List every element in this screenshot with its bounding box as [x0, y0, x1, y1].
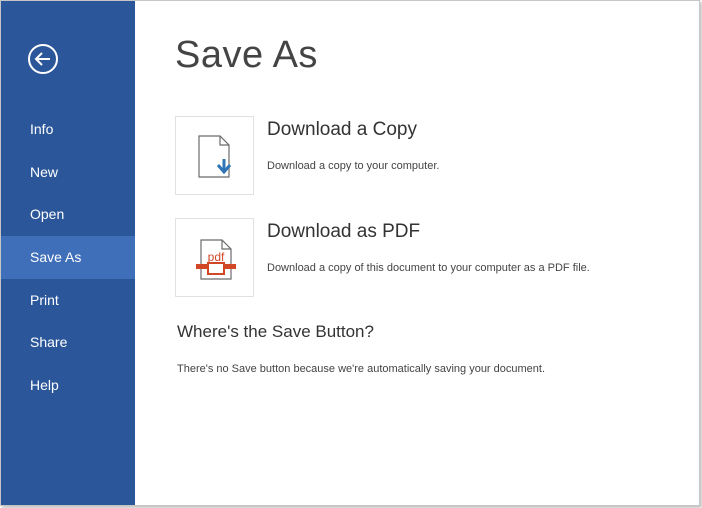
download-pdf-option[interactable]: pdf Download as PDF Download a copy of t… — [175, 218, 675, 298]
save-button-heading: Where's the Save Button? — [177, 322, 374, 341]
pdf-document-icon: pdf — [196, 239, 236, 280]
back-arrow-circle-icon[interactable] — [27, 43, 59, 75]
download-copy-tile[interactable] — [175, 116, 254, 195]
page-title: Save As — [175, 34, 318, 76]
backstage-sidebar: Info New Open Save As Print Share Help — [1, 1, 135, 505]
document-download-icon — [198, 135, 232, 178]
nav-item-save-as[interactable]: Save As — [1, 236, 135, 279]
nav-item-open[interactable]: Open — [1, 193, 135, 236]
save-as-window: Info New Open Save As Print Share Help S… — [0, 0, 700, 506]
pdf-icon-text: pdf — [208, 250, 225, 264]
download-pdf-description: Download a copy of this document to your… — [267, 262, 590, 274]
download-copy-title: Download a Copy — [267, 119, 417, 140]
main-panel: Save As Download a Copy Download a copy … — [135, 1, 699, 505]
download-copy-description: Download a copy to your computer. — [267, 160, 440, 172]
nav-item-info[interactable]: Info — [1, 108, 135, 151]
nav-item-share[interactable]: Share — [1, 321, 135, 364]
nav-item-print[interactable]: Print — [1, 279, 135, 322]
download-pdf-tile[interactable]: pdf — [175, 218, 254, 297]
back-button[interactable] — [27, 43, 59, 75]
autosave-note: There's no Save button because we're aut… — [177, 363, 546, 375]
backstage-nav: Info New Open Save As Print Share Help — [1, 108, 135, 407]
nav-item-help[interactable]: Help — [1, 364, 135, 407]
nav-item-new[interactable]: New — [1, 151, 135, 194]
download-copy-option[interactable]: Download a Copy Download a copy to your … — [175, 116, 675, 196]
download-pdf-title: Download as PDF — [267, 221, 421, 242]
